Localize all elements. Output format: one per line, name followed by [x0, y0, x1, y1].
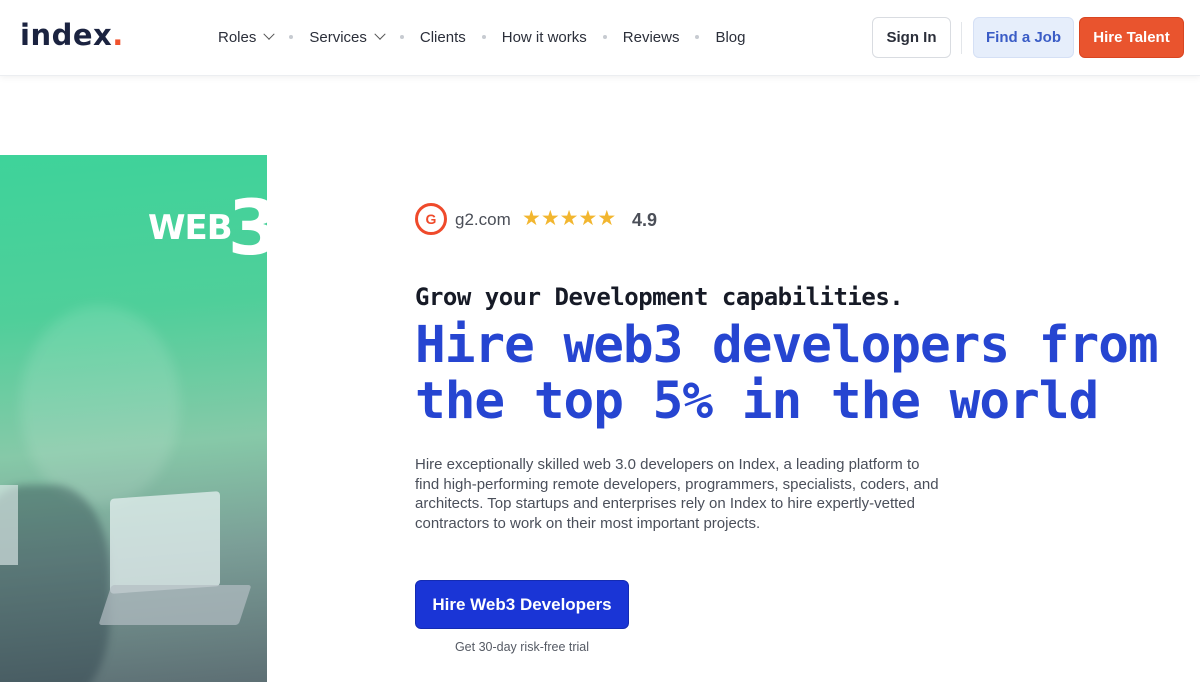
review-site-label: g2.com: [455, 210, 511, 229]
hire-talent-button[interactable]: Hire Talent: [1079, 17, 1184, 58]
g2-logo-text: G: [425, 211, 437, 227]
nav-roles[interactable]: Roles: [218, 28, 276, 46]
star-icon: ★: [522, 207, 541, 230]
logo[interactable]: index.: [20, 18, 124, 52]
g2-logo-icon: G: [415, 203, 447, 235]
web3-badge-text: WEB: [148, 208, 233, 248]
find-job-button[interactable]: Find a Job: [973, 17, 1074, 58]
nav-how-it-works-label: How it works: [501, 28, 587, 46]
nav-clients[interactable]: Clients: [420, 29, 466, 46]
hire-web3-developers-button[interactable]: Hire Web3 Developers: [415, 580, 629, 629]
nav-services-label: Services: [309, 28, 367, 46]
header-divider: [961, 22, 962, 54]
trial-note: Get 30-day risk-free trial: [454, 640, 590, 654]
nav-separator: [289, 35, 294, 39]
site-header: index. Roles Services Clients How it wor…: [0, 0, 1200, 76]
rating-stars: ★ ★ ★ ★ ★: [522, 208, 616, 230]
nav-reviews[interactable]: Reviews: [623, 29, 680, 46]
nav-blog[interactable]: Blog: [715, 29, 745, 46]
rating-value: 4.9: [632, 210, 658, 230]
hero-description: Hire exceptionally skilled web 3.0 devel…: [415, 456, 939, 532]
hero-headline: Hire web3 developers from the top 5% in …: [415, 316, 1159, 431]
web3-badge: WEB 3: [148, 183, 267, 272]
nav-separator: [602, 35, 607, 39]
hero-image: WEB 3: [0, 155, 267, 682]
logo-text: index: [20, 18, 113, 52]
nav-services[interactable]: Services: [309, 28, 386, 46]
nav-roles-label: Roles: [218, 28, 257, 46]
star-icon: ★: [578, 207, 598, 230]
star-icon: ★: [559, 207, 579, 230]
nav-separator: [399, 35, 404, 39]
star-icon: ★: [540, 207, 560, 230]
chevron-down-icon: [374, 28, 386, 40]
main-nav: Roles Services Clients How it works Revi…: [218, 27, 745, 47]
logo-dot: .: [112, 18, 124, 52]
web3-badge-number: 3: [227, 183, 267, 272]
nav-reviews-label: Reviews: [622, 28, 680, 46]
nav-blog-label: Blog: [715, 28, 746, 46]
nav-separator: [695, 35, 700, 39]
star-icon: ★: [597, 207, 617, 230]
nav-clients-label: Clients: [419, 28, 466, 46]
nav-how-it-works[interactable]: How it works: [502, 29, 587, 46]
nav-separator: [481, 35, 486, 39]
hero-kicker: Grow your Development capabilities.: [415, 283, 904, 311]
chevron-down-icon: [263, 28, 276, 40]
sign-in-button[interactable]: Sign In: [872, 17, 951, 58]
